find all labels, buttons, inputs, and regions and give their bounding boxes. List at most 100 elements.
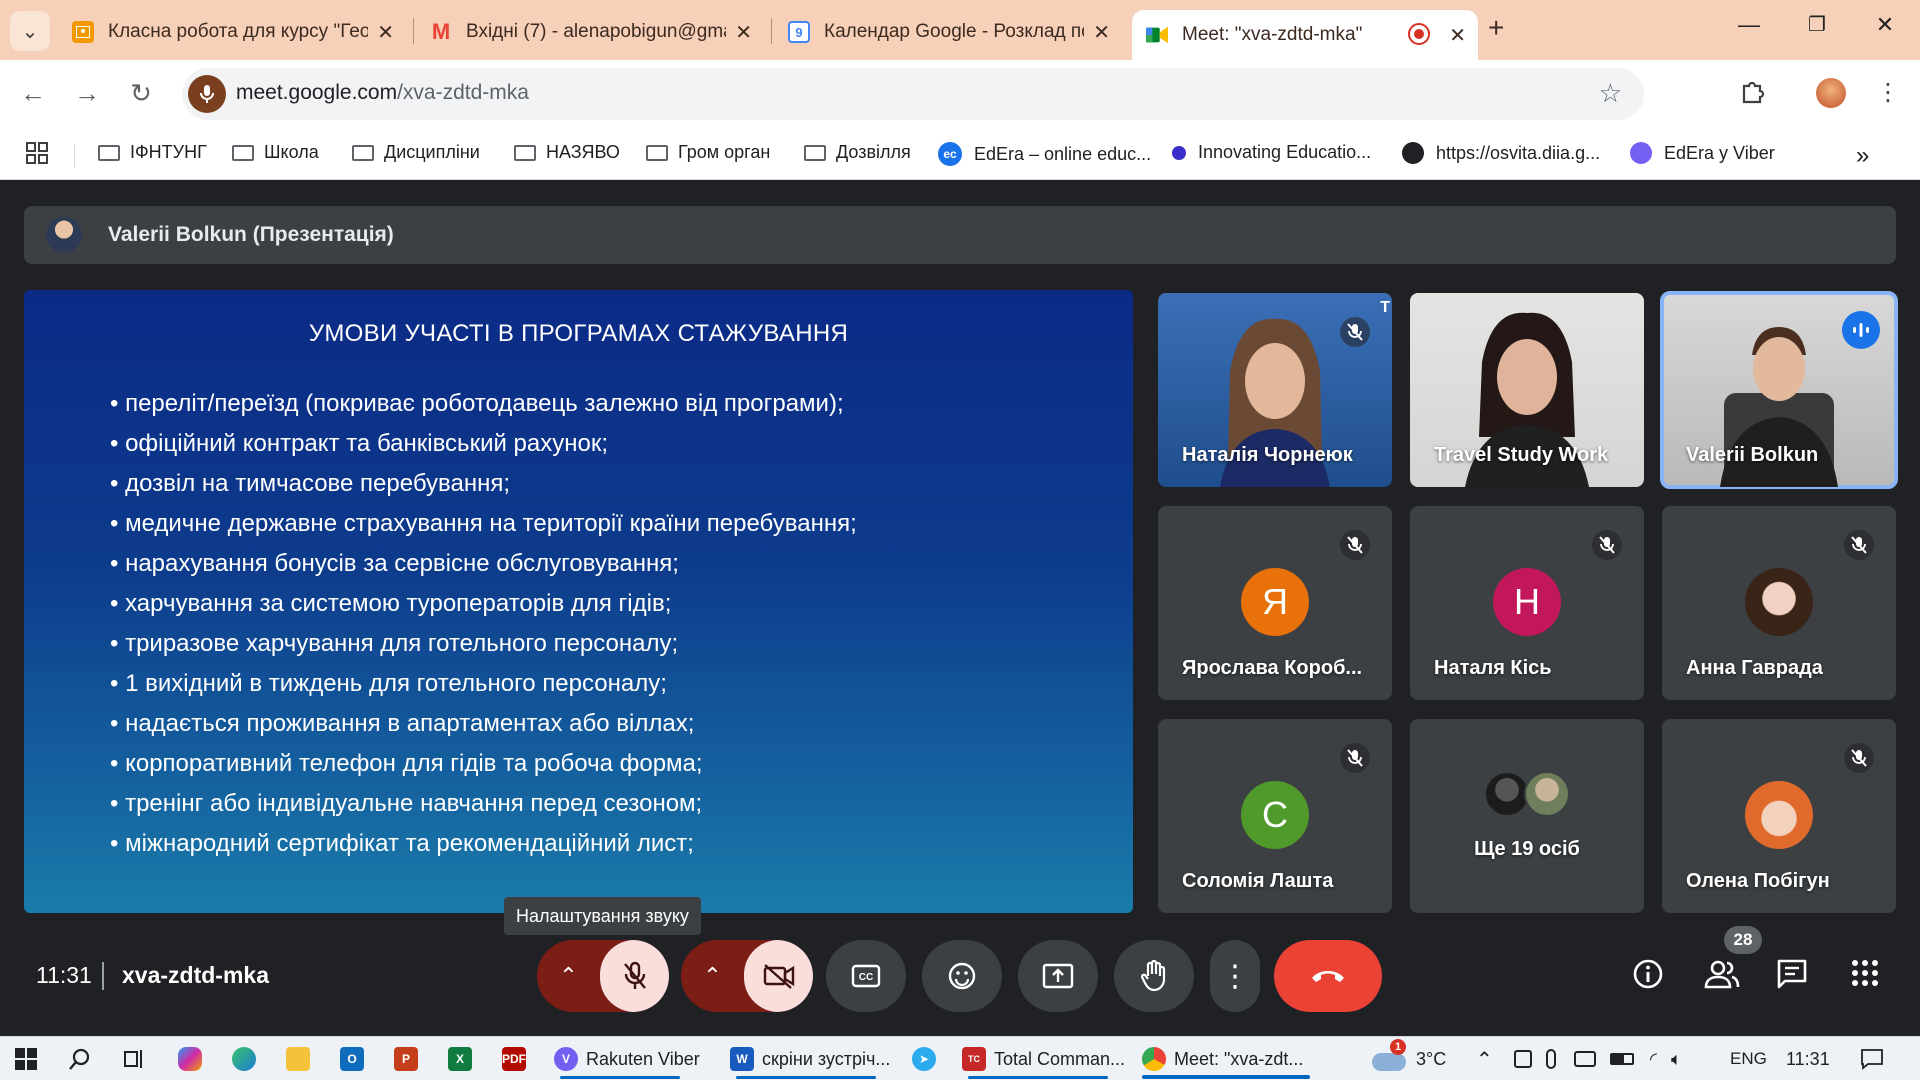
folder-icon — [514, 144, 536, 161]
camera-off-icon — [763, 964, 794, 989]
tab-search-dropdown[interactable]: ⌄ — [10, 11, 50, 51]
video-settings-button[interactable]: ⌃ — [681, 940, 744, 1012]
participant-tile[interactable]: T Наталія Чорнеюк — [1158, 293, 1392, 487]
more-bookmarks-icon[interactable]: » — [1856, 142, 1869, 170]
bookmark-folder[interactable]: Дозвілля — [804, 142, 911, 163]
weather-widget[interactable]: 1 3°C — [1372, 1039, 1446, 1074]
back-button[interactable]: ← — [16, 78, 50, 109]
list-item: триразове харчування для готельного перс… — [110, 624, 857, 664]
notifications-button[interactable] — [1860, 1044, 1884, 1074]
participant-tile[interactable]: Олена Побігун — [1662, 719, 1896, 913]
powerpoint-button[interactable]: P — [394, 1044, 426, 1074]
close-icon[interactable]: ✕ — [377, 20, 394, 45]
folder-icon — [646, 144, 668, 161]
close-icon[interactable]: ✕ — [1093, 20, 1110, 45]
taskbar-app-chrome[interactable]: Meet: "xva-zdt... — [1142, 1044, 1303, 1074]
search-button[interactable] — [68, 1044, 92, 1074]
display-icon[interactable] — [1574, 1051, 1596, 1067]
more-options-button[interactable]: ⋮ — [1210, 940, 1260, 1012]
participant-tile-active-speaker[interactable]: Valerii Bolkun — [1660, 291, 1898, 489]
tab-gmail[interactable]: M Вхідні (7) - alenapobigun@gma ✕ — [416, 10, 764, 54]
globe-icon — [1402, 142, 1424, 164]
battery-icon[interactable] — [1610, 1053, 1634, 1065]
taskbar-app-label: скріни зустріч... — [762, 1048, 891, 1069]
tab-meet[interactable]: Meet: "xva-zdtd-mka" ✕ — [1132, 10, 1478, 60]
more-participants-tile[interactable]: Ще 19 осіб — [1410, 719, 1644, 913]
copilot-button[interactable] — [178, 1044, 210, 1074]
new-tab-button[interactable]: + — [1488, 12, 1504, 44]
taskbar-app-total-commander[interactable]: TC Total Comman... — [962, 1044, 1125, 1074]
present-screen-button[interactable] — [1018, 940, 1098, 1012]
telegram-button[interactable]: ➤ — [912, 1044, 944, 1074]
file-explorer-button[interactable] — [286, 1044, 318, 1074]
taskbar-app-word[interactable]: Wскріни зустріч... — [730, 1044, 890, 1074]
search-icon — [69, 1048, 90, 1070]
start-button[interactable] — [14, 1044, 38, 1074]
audio-settings-button[interactable]: ⌃ — [537, 940, 600, 1012]
excel-button[interactable]: X — [448, 1044, 480, 1074]
system-clock[interactable]: 11:31 — [1786, 1044, 1830, 1074]
bookmark-site[interactable]: https://osvita.diia.g... — [1402, 142, 1600, 164]
list-item: медичне державне страхування на територі… — [110, 504, 857, 544]
participant-tile[interactable]: С Соломія Лашта — [1158, 719, 1392, 913]
apps-grid-icon[interactable] — [26, 142, 48, 164]
input-language[interactable]: ENG — [1730, 1044, 1767, 1074]
extensions-puzzle-icon[interactable] — [1740, 78, 1766, 111]
camera-toggle-button[interactable] — [744, 940, 813, 1012]
address-bar[interactable]: meet.google.com/xva-zdtd-mka ☆ — [182, 68, 1644, 120]
bookmark-site[interactable]: Innovating Educatio... — [1172, 142, 1371, 163]
participant-tile[interactable]: Н Наталя Кісь — [1410, 506, 1644, 700]
chrome-icon — [1142, 1047, 1166, 1071]
chat-icon — [1777, 959, 1807, 989]
raise-hand-button[interactable] — [1114, 940, 1194, 1012]
bookmark-site[interactable]: ec EdEra – online educ... — [938, 142, 1151, 166]
reactions-button[interactable] — [922, 940, 1002, 1012]
url-text: meet.google.com/xva-zdtd-mka — [236, 81, 529, 104]
activities-button[interactable] — [1850, 958, 1880, 995]
close-window-button[interactable]: ✕ — [1860, 12, 1910, 38]
profile-avatar[interactable] — [1816, 78, 1846, 108]
chat-button[interactable] — [1776, 958, 1808, 997]
excel-icon: X — [448, 1047, 472, 1071]
captions-button[interactable]: CC — [826, 940, 906, 1012]
wifi-icon[interactable]: ◜ — [1650, 1049, 1657, 1070]
people-button[interactable] — [1704, 958, 1740, 997]
outlook-button[interactable]: O — [340, 1044, 372, 1074]
tab-classroom[interactable]: Класна робота для курсу "Гео ✕ — [58, 10, 406, 54]
close-icon[interactable]: ✕ — [1449, 23, 1466, 48]
bookmark-folder[interactable]: Дисципліни — [352, 142, 480, 163]
bookmark-folder[interactable]: Гром орган — [646, 142, 770, 163]
participant-tile[interactable]: Travel Study Work — [1410, 293, 1644, 487]
kebab-menu-icon[interactable]: ⋮ — [1876, 78, 1900, 107]
participant-tile[interactable]: Анна Гаврада — [1662, 506, 1896, 700]
minimize-button[interactable]: — — [1724, 12, 1774, 38]
edge-button[interactable] — [232, 1044, 264, 1074]
reload-button[interactable]: ↻ — [124, 78, 158, 109]
bookmark-site[interactable]: EdEra у Viber — [1630, 142, 1775, 164]
microphone-in-use-icon[interactable] — [188, 75, 226, 113]
close-icon[interactable]: ✕ — [735, 20, 752, 45]
restore-button[interactable]: ❐ — [1792, 12, 1842, 37]
tab-calendar[interactable]: 9 Календар Google - Розклад по ✕ — [774, 10, 1122, 54]
participant-name: Travel Study Work — [1434, 444, 1609, 466]
pdf-reader-button[interactable]: PDF — [502, 1044, 534, 1074]
tab-divider — [413, 18, 414, 44]
list-item: харчування за системою туроператорів для… — [110, 584, 857, 624]
bookmark-folder[interactable]: Школа — [232, 142, 319, 163]
meeting-details-button[interactable] — [1632, 958, 1664, 997]
microphone-icon[interactable] — [1546, 1049, 1556, 1069]
device-icon[interactable] — [1514, 1050, 1532, 1068]
task-view-button[interactable] — [122, 1044, 146, 1074]
mic-toggle-button[interactable] — [600, 940, 669, 1012]
volume-icon[interactable]: 🔈︎ — [1671, 1049, 1682, 1070]
bookmark-folder[interactable]: ІФНТУНГ — [98, 142, 207, 163]
bookmark-folder[interactable]: НАЗЯВО — [514, 142, 620, 163]
taskbar-app-label: Total Comman... — [994, 1048, 1126, 1069]
forward-button[interactable]: → — [70, 78, 104, 109]
bookmark-star-icon[interactable]: ☆ — [1599, 78, 1622, 109]
show-hidden-icons-button[interactable]: ⌃ — [1476, 1044, 1493, 1074]
meeting-code: xva-zdtd-mka — [122, 962, 269, 988]
participant-tile[interactable]: Я Ярослава Короб... — [1158, 506, 1392, 700]
leave-call-button[interactable] — [1274, 940, 1382, 1012]
taskbar-app-viber[interactable]: V Rakuten Viber — [554, 1044, 700, 1074]
